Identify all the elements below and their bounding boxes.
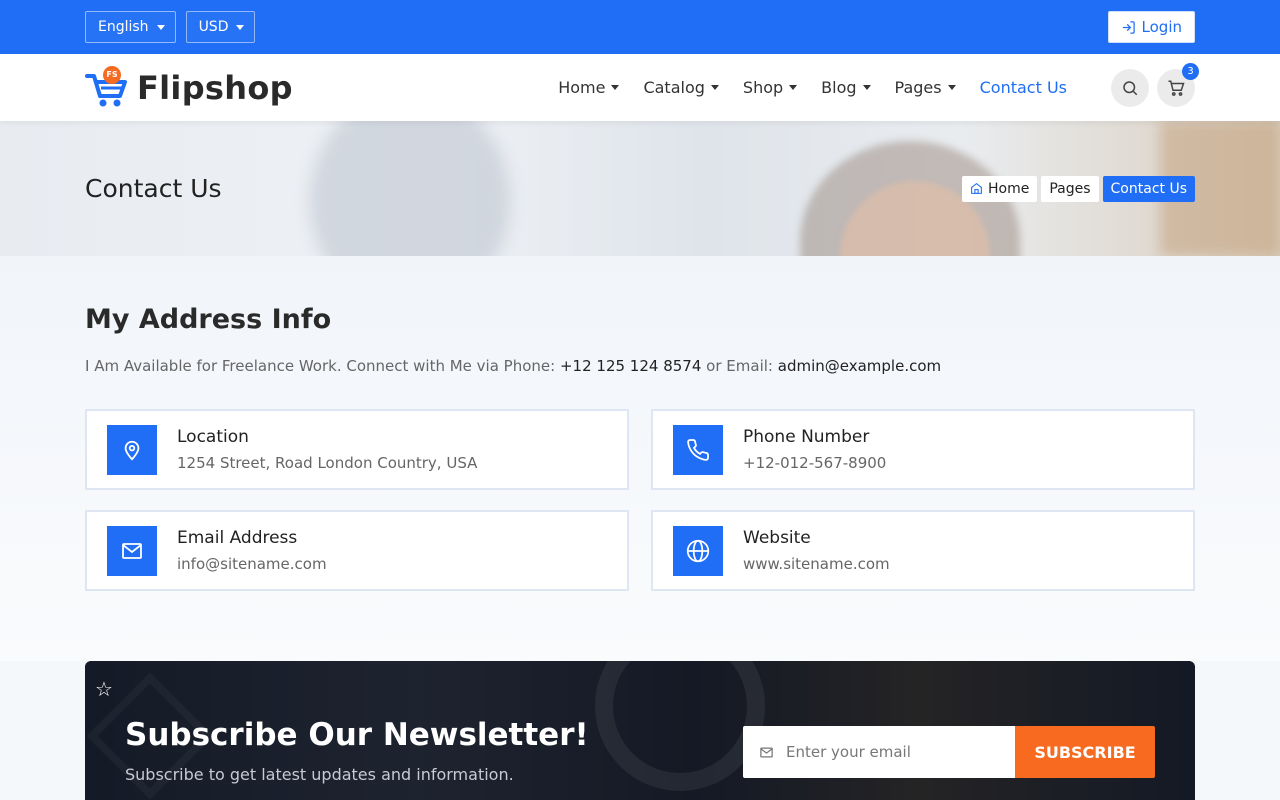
newsletter-form: Enter your email SUBSCRIBE [743,726,1155,778]
breadcrumb-home[interactable]: Home [962,175,1038,202]
subtitle-text: I Am Available for Freelance Work. Conne… [85,357,556,375]
login-button[interactable]: Login [1107,11,1195,43]
breadcrumb-label: Home [988,180,1030,197]
nav-label: Blog [821,78,857,97]
section-title: My Address Info [85,304,332,335]
contact-phone[interactable]: +12 125 124 8574 [560,357,701,375]
login-icon [1122,20,1135,34]
mail-icon [760,747,773,757]
newsletter-subtitle: Subscribe to get latest updates and info… [125,765,514,784]
language-select[interactable]: English [85,11,176,43]
info-card-value: 1254 Street, Road London Country, USA [177,454,478,472]
chevron-down-icon [862,85,871,90]
breadcrumb-current: Contact Us [1102,175,1195,202]
nav-home[interactable]: Home [558,78,620,97]
info-card-title: Website [743,528,811,548]
brand-logo-link[interactable]: FS Flipshop [85,65,293,110]
breadcrumb: Home Pages Contact Us [962,175,1195,202]
cart-count-badge: 3 [1182,62,1199,80]
top-bar: English USD Login [0,0,1280,54]
info-card-value: +12-012-567-8900 [743,454,887,472]
currency-value: USD [198,19,229,35]
breadcrumb-label: Pages [1049,180,1091,197]
info-card-title: Phone Number [743,427,870,447]
location-pin-icon [107,424,157,475]
currency-select[interactable]: USD [185,11,256,43]
info-card-email: Email Address info@sitename.com [85,510,629,591]
chevron-down-icon [236,24,245,30]
nav-catalog[interactable]: Catalog [643,78,719,97]
nav-pages[interactable]: Pages [895,78,956,97]
subscribe-button[interactable]: SUBSCRIBE [1015,726,1155,778]
email-placeholder: Enter your email [786,743,911,761]
breadcrumb-label: Contact Us [1110,180,1187,197]
cart-icon [1168,80,1185,96]
chevron-down-icon [789,85,798,90]
home-icon [971,182,982,194]
newsletter-banner: ☆ Subscribe Our Newsletter! Subscribe to… [85,661,1195,800]
nav-label: Contact Us [979,78,1067,97]
info-card-website: Website www.sitename.com [651,510,1195,591]
page-title: Contact Us [85,174,222,203]
info-card-location: Location 1254 Street, Road London Countr… [85,409,629,490]
nav-label: Home [558,78,606,97]
info-card-title: Location [177,427,249,447]
contact-email[interactable]: admin@example.com [778,357,941,375]
phone-icon [673,424,723,475]
chevron-down-icon [710,85,719,90]
globe-icon [673,525,723,576]
search-button[interactable] [1111,68,1149,107]
nav-contact-us[interactable]: Contact Us [980,78,1067,97]
main-nav: Home Catalog Shop Blog Pages Contact Us … [558,62,1199,107]
info-card-title: Email Address [177,528,298,548]
brand-badge: FS [103,65,121,84]
login-label: Login [1141,18,1182,36]
chevron-down-icon [156,24,165,30]
newsletter-email-input[interactable]: Enter your email [743,726,1015,778]
breadcrumb-pages[interactable]: Pages [1041,175,1099,202]
subtitle-text: or Email: [706,357,773,375]
chevron-down-icon [611,85,620,90]
newsletter-title: Subscribe Our Newsletter! [125,717,589,753]
nav-label: Shop [742,78,784,97]
section-subtitle: I Am Available for Freelance Work. Conne… [85,357,1195,375]
star-icon: ☆ [95,677,113,701]
info-card-value: www.sitename.com [743,555,890,573]
language-value: English [98,19,149,35]
main-header: FS Flipshop Home Catalog Shop Blog Pages… [0,54,1280,121]
cart-button[interactable]: 3 [1157,62,1199,107]
nav-shop[interactable]: Shop [742,78,798,97]
mail-icon [107,525,157,576]
brand-name: Flipshop [137,68,293,107]
address-section: My Address Info I Am Available for Freel… [0,256,1280,661]
search-icon [1123,80,1138,95]
chevron-down-icon [947,85,956,90]
cart-logo-icon: FS [85,65,131,110]
page-hero: Contact Us Home Pages Contact Us [0,121,1280,256]
nav-label: Pages [894,78,942,97]
info-card-value: info@sitename.com [177,555,327,573]
nav-blog[interactable]: Blog [821,78,871,97]
info-grid: Location 1254 Street, Road London Countr… [85,409,1195,591]
info-card-phone: Phone Number +12-012-567-8900 [651,409,1195,490]
nav-label: Catalog [643,78,705,97]
